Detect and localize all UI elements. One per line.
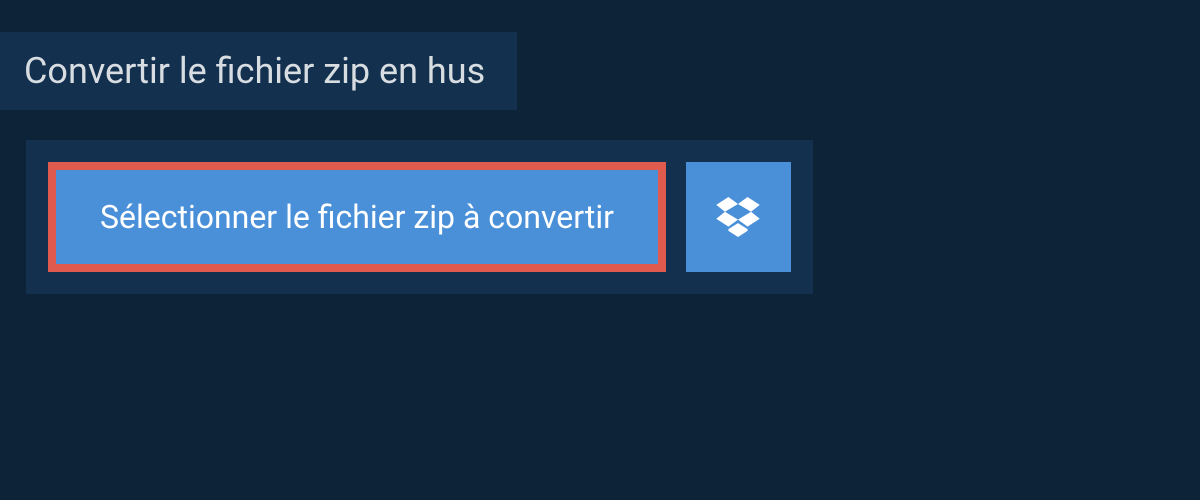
action-panel: Sélectionner le fichier zip à convertir	[26, 140, 813, 294]
page-title: Convertir le fichier zip en hus	[24, 50, 485, 92]
dropbox-icon	[716, 197, 760, 237]
dropbox-button[interactable]	[686, 162, 791, 272]
select-file-button[interactable]: Sélectionner le fichier zip à convertir	[48, 162, 666, 272]
heading-container: Convertir le fichier zip en hus	[0, 32, 517, 110]
